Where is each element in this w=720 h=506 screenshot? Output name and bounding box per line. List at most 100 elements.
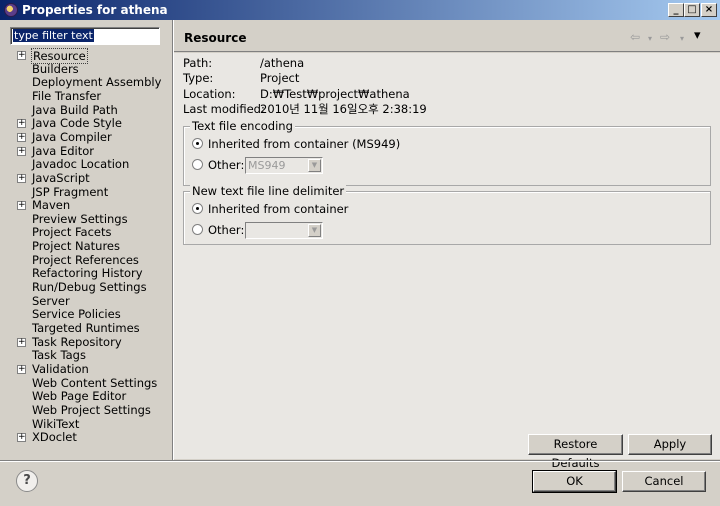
apply-button[interactable]: Apply bbox=[628, 434, 712, 455]
encoding-inherited-option[interactable]: Inherited from container (MS949) bbox=[192, 136, 492, 152]
close-button[interactable]: × bbox=[701, 3, 717, 17]
delimiter-group-title: New text file line delimiter bbox=[190, 184, 347, 198]
tree-item[interactable]: Javadoc Location bbox=[8, 157, 168, 171]
restore-defaults-button[interactable]: Restore Defaults bbox=[528, 434, 623, 470]
chevron-down-icon: ▼ bbox=[308, 159, 321, 172]
tree-item[interactable]: Deployment Assembly bbox=[8, 75, 168, 89]
tree-item[interactable]: Builders bbox=[8, 62, 168, 76]
expand-icon[interactable]: + bbox=[17, 119, 26, 129]
tree-item-label: Server bbox=[32, 293, 70, 308]
encoding-other-radio[interactable] bbox=[192, 159, 203, 170]
expand-icon[interactable]: + bbox=[17, 146, 26, 156]
delimiter-other-radio[interactable] bbox=[192, 224, 203, 235]
page-title: Resource bbox=[184, 31, 247, 45]
expand-icon[interactable]: + bbox=[17, 173, 26, 183]
forward-menu-icon[interactable]: ▾ bbox=[680, 34, 684, 43]
tree-item[interactable]: Web Content Settings bbox=[8, 376, 168, 390]
tree-item-label: Validation bbox=[32, 361, 89, 376]
tree-item-label: XDoclet bbox=[32, 430, 77, 445]
last-modified-value: 2010년 11월 16일오후 2:38:19 bbox=[260, 102, 427, 116]
encoding-inherited-label: Inherited from container (MS949) bbox=[208, 137, 401, 151]
tree-item[interactable]: Targeted Runtimes bbox=[8, 321, 168, 335]
last-modified-label: Last modified: bbox=[183, 102, 265, 116]
delimiter-group: New text file line delimiter Inherited f… bbox=[183, 184, 711, 245]
tree-item-label: Web Content Settings bbox=[32, 375, 158, 390]
tree-item[interactable]: Project Facets bbox=[8, 225, 168, 239]
encoding-select-value: MS949 bbox=[248, 159, 286, 172]
tree-item[interactable]: File Transfer bbox=[8, 89, 168, 103]
back-menu-icon[interactable]: ▾ bbox=[648, 34, 652, 43]
delimiter-inherited-radio[interactable] bbox=[192, 203, 203, 214]
minimize-button[interactable]: _ bbox=[668, 3, 684, 17]
tree-item-label: Refactoring History bbox=[32, 266, 143, 281]
encoding-other-option[interactable]: Other: bbox=[192, 157, 252, 173]
tree-item-label: Task Repository bbox=[32, 334, 122, 349]
tree-item-label: Task Tags bbox=[32, 348, 86, 363]
view-menu-icon[interactable]: ▾ bbox=[694, 28, 701, 43]
tree-item[interactable]: Server bbox=[8, 294, 168, 308]
cancel-button[interactable]: Cancel bbox=[622, 471, 706, 492]
tree-item[interactable]: + Resource bbox=[8, 48, 168, 64]
tree-item-label: Run/Debug Settings bbox=[32, 280, 147, 295]
resource-page: Path: /athena Type: Project Location: D:… bbox=[174, 53, 720, 470]
tree-item[interactable]: Web Page Editor bbox=[8, 389, 168, 403]
tree-item-label: Preview Settings bbox=[32, 211, 128, 226]
chevron-down-icon: ▼ bbox=[308, 224, 321, 237]
expand-icon[interactable]: + bbox=[17, 201, 26, 211]
expand-icon[interactable]: + bbox=[17, 132, 26, 142]
tree-item[interactable]: Project Natures bbox=[8, 239, 168, 253]
help-icon[interactable]: ? bbox=[16, 470, 38, 492]
tree-item[interactable]: Service Policies bbox=[8, 307, 168, 321]
horizontal-separator bbox=[0, 460, 720, 462]
tree-item[interactable]: + Maven bbox=[8, 198, 168, 212]
tree-item-label: Project Natures bbox=[32, 239, 120, 254]
encoding-group-title: Text file encoding bbox=[190, 119, 295, 133]
tree-item[interactable]: + Java Editor bbox=[8, 144, 168, 158]
delimiter-inherited-label: Inherited from container bbox=[208, 202, 349, 216]
forward-arrow-icon[interactable]: ⇨ bbox=[660, 30, 670, 44]
encoding-select[interactable]: MS949 ▼ bbox=[245, 157, 323, 174]
ok-button[interactable]: OK bbox=[532, 470, 617, 493]
tree-item[interactable]: WikiText bbox=[8, 417, 168, 431]
tree-item[interactable]: Java Build Path bbox=[8, 103, 168, 117]
encoding-group: Text file encoding Inherited from contai… bbox=[183, 119, 711, 186]
filter-input[interactable]: type filter text bbox=[10, 27, 160, 45]
expand-icon[interactable]: + bbox=[17, 337, 26, 347]
tree-item[interactable]: Run/Debug Settings bbox=[8, 280, 168, 294]
delimiter-other-option[interactable]: Other: bbox=[192, 222, 252, 238]
tree-item[interactable]: Preview Settings bbox=[8, 212, 168, 226]
tree-item[interactable]: + Java Code Style bbox=[8, 116, 168, 130]
encoding-other-label: Other: bbox=[208, 158, 245, 172]
tree-item-label: Project Facets bbox=[32, 225, 112, 240]
delimiter-inherited-option[interactable]: Inherited from container bbox=[192, 201, 392, 217]
tree-item[interactable]: + Validation bbox=[8, 362, 168, 376]
tree-item[interactable]: + JavaScript bbox=[8, 171, 168, 185]
tree-item[interactable]: Task Tags bbox=[8, 348, 168, 362]
tree-item-label: WikiText bbox=[32, 416, 80, 431]
tree-item-label: Java Code Style bbox=[32, 116, 122, 131]
tree-item[interactable]: + XDoclet bbox=[8, 430, 168, 444]
tree-item[interactable]: Project References bbox=[8, 253, 168, 267]
back-arrow-icon[interactable]: ⇦ bbox=[630, 30, 640, 44]
tree-item[interactable]: JSP Fragment bbox=[8, 185, 168, 199]
tree-item[interactable]: + Task Repository bbox=[8, 335, 168, 349]
window-title: Properties for athena bbox=[22, 3, 168, 17]
expand-icon[interactable]: + bbox=[17, 433, 26, 443]
tree-item-label: File Transfer bbox=[32, 88, 102, 103]
tree-item-label: Service Policies bbox=[32, 307, 121, 322]
delimiter-select[interactable]: ▼ bbox=[245, 222, 323, 239]
tree-item-label: JavaScript bbox=[32, 170, 90, 185]
tree-item[interactable]: Refactoring History bbox=[8, 266, 168, 280]
encoding-inherited-radio[interactable] bbox=[192, 138, 203, 149]
location-label: Location: bbox=[183, 87, 236, 101]
path-label: Path: bbox=[183, 56, 213, 70]
tree-item-label: Web Project Settings bbox=[32, 402, 151, 417]
type-label: Type: bbox=[183, 71, 214, 85]
tree-item[interactable]: Web Project Settings bbox=[8, 403, 168, 417]
path-value: /athena bbox=[260, 56, 305, 70]
expand-icon[interactable]: + bbox=[17, 364, 26, 374]
tree-item[interactable]: + Java Compiler bbox=[8, 130, 168, 144]
expand-icon[interactable]: + bbox=[17, 51, 26, 60]
tree-item-label: JSP Fragment bbox=[32, 184, 109, 199]
maximize-button[interactable]: □ bbox=[684, 3, 700, 17]
